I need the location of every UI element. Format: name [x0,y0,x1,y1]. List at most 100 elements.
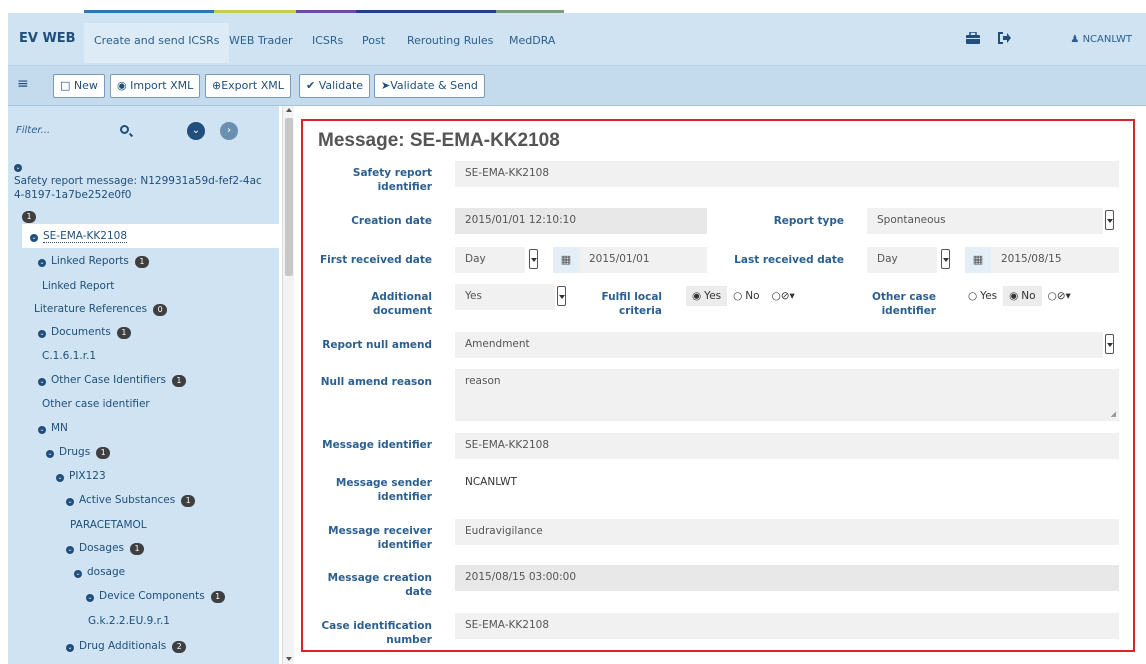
fulfil-null-dropdown-icon[interactable]: ○⊘▾ [766,286,801,306]
nav-create-send-icsrs[interactable]: Create and send ICSRs [84,23,230,63]
username: NCANLWT [1082,34,1132,45]
fulfil-no-radio[interactable]: ○ No [727,286,765,306]
tree-item-label: dosage [87,566,126,578]
scroll-up-icon[interactable] [286,108,292,112]
import-xml-button[interactable]: ◉ Import XML [110,74,201,98]
calendar-icon[interactable]: ▦ [965,247,991,273]
nav-rerouting-rules[interactable]: Rerouting Rules [407,34,493,47]
safety-report-identifier-label: Safety report identifier [352,167,432,193]
tree-item[interactable]: ⌄ dosage [74,566,125,578]
sidebar-scrollbar[interactable] [282,106,294,664]
validate-button[interactable]: ✔ Validate [299,74,371,98]
calendar-icon[interactable]: ▦ [553,247,579,273]
tree-item[interactable]: ⌄ Drugs 1 [46,446,111,459]
tree-item-label: Drugs [59,446,91,458]
search-icon[interactable] [120,125,129,134]
other-null-dropdown-icon[interactable]: ○⊘▾ [1042,286,1077,306]
first-received-unit-select[interactable]: Day [455,247,525,273]
report-null-amend-dropdown-icon[interactable] [1105,334,1114,354]
case-identification-number-field[interactable]: SE-EMA-KK2108 [455,613,1119,639]
other-no-radio[interactable]: ◉ No [1003,286,1042,306]
tree-item[interactable]: ⌄ Active Substances 1 [66,494,196,507]
tree-item[interactable]: C.1.6.1.r.1 [42,350,96,362]
report-null-amend-select[interactable]: Amendment [455,332,1103,358]
tree-item[interactable]: PARACETAMOL [70,519,147,531]
tree-item-label: G.k.2.2.EU.9.r.1 [88,615,170,627]
tree-item[interactable]: ⌄ Drug Additionals 2 [66,640,187,653]
chevron-down-icon[interactable]: ⌄ [46,450,54,458]
menu-icon[interactable]: ≡ [17,76,29,92]
chevron-down-icon[interactable]: ⌄ [74,570,82,578]
first-received-date-field[interactable]: 2015/01/01 [579,247,707,273]
chevron-down-icon[interactable]: ⌄ [38,330,46,338]
tree-item[interactable]: ⌄ Linked Reports 1 [38,255,149,268]
message-identifier-field[interactable]: SE-EMA-KK2108 [455,433,1119,459]
tree-item-label: Linked Report [42,280,115,292]
validate-send-button[interactable]: ➤Validate & Send [374,74,485,98]
tree-item-label: MN [51,422,68,434]
briefcase-icon[interactable] [966,31,980,47]
root-line-1: Safety report message: N129931a59d-fef2-… [14,175,262,187]
count-badge: 1 [134,256,149,268]
user-menu[interactable]: ♟ NCANLWT [1070,34,1132,45]
message-receiver-identifier-field[interactable]: Eudravigilance [455,519,1119,545]
other-no-label: No [1021,290,1036,302]
fulfil-yes-radio[interactable]: ◉ Yes [686,286,728,306]
chevron-down-icon[interactable]: ⌄ [38,426,46,434]
tree-item-label: SE-EMA-KK2108 [43,230,128,243]
tree-item[interactable]: Literature References 0 [34,303,168,316]
tree-item[interactable]: Other case identifier [42,398,150,410]
tree-item[interactable]: Linked Report [42,280,114,292]
root-chevron-icon[interactable]: ⌄ [14,160,27,172]
nav-web-trader[interactable]: WEB Trader [229,34,293,47]
last-received-unit-select[interactable]: Day [867,247,937,273]
chevron-down-icon[interactable]: ⌄ [66,644,74,652]
export-xml-button[interactable]: ⊕Export XML [205,74,291,98]
tree-item[interactable]: G.k.2.2.EU.9.r.1 [88,615,170,627]
tree-item[interactable]: ⌄ Dosages 1 [66,542,145,555]
scroll-down-icon[interactable] [286,657,292,661]
fulfil-no-label: No [745,290,760,302]
nav-post[interactable]: Post [362,34,385,47]
tree-item[interactable]: ⌄ SE-EMA-KK2108 [30,230,128,243]
tree-item[interactable]: ⌄ Other Case Identifiers 1 [38,374,186,387]
chevron-down-icon[interactable]: ⌄ [30,234,38,242]
chevron-down-icon[interactable]: ⌄ [86,594,94,602]
safety-report-identifier-field[interactable]: SE-EMA-KK2108 [455,161,1119,187]
validate-label: Validate [318,79,364,92]
root-badge: 1 [22,210,36,223]
chevron-down-icon[interactable]: ⌄ [56,474,64,482]
chevron-down-icon[interactable]: ⌄ [38,259,46,267]
resize-handle-icon[interactable]: ◢ [1111,410,1116,418]
nav-icsrs[interactable]: ICSRs [312,34,343,47]
last-received-unit-dropdown-icon[interactable] [941,249,950,269]
expand-all-icon[interactable]: ⌄ [187,122,205,140]
filter-input[interactable]: Filter... [14,118,156,144]
chevron-right-icon[interactable]: › [220,122,238,140]
report-type-select[interactable]: Spontaneous [867,208,1103,234]
tree-item[interactable]: ⌄ Documents 1 [38,326,131,339]
new-button[interactable]: □ New [53,74,105,98]
root-line-2: 4-8197-1a7be252e0f0 [14,189,132,201]
toolbar: ≡ □ New ◉ Import XML ⊕Export XML ✔ Valid… [8,66,1146,106]
other-yes-radio[interactable]: ○ Yes [962,286,1003,306]
chevron-down-icon[interactable]: ⌄ [66,498,74,506]
report-type-dropdown-icon[interactable] [1105,210,1114,230]
tree-item[interactable]: ⌄ MN [38,422,68,434]
message-sender-value: NCANLWT [465,476,517,488]
additional-document-select[interactable]: Yes [455,284,555,310]
count-badge: 1 [210,591,225,603]
chevron-down-icon[interactable]: ⌄ [66,546,74,554]
tree-item[interactable]: ⌄ PIX123 [56,470,106,482]
logout-icon[interactable] [998,32,1011,47]
nav-meddra[interactable]: MedDRA [509,34,555,47]
chevron-down-icon[interactable]: ⌄ [38,378,46,386]
brand-link[interactable]: EV WEB [19,31,76,46]
tree-root-message[interactable]: Safety report message: N129931a59d-fef2-… [14,174,276,202]
additional-document-dropdown-icon[interactable] [557,286,566,306]
first-received-unit-dropdown-icon[interactable] [529,249,538,269]
scroll-thumb[interactable] [285,118,293,276]
tree-item[interactable]: ⌄ Device Components 1 [86,590,225,603]
null-amend-reason-textarea[interactable]: reason ◢ [455,369,1119,421]
last-received-date-field[interactable]: 2015/08/15 [991,247,1119,273]
